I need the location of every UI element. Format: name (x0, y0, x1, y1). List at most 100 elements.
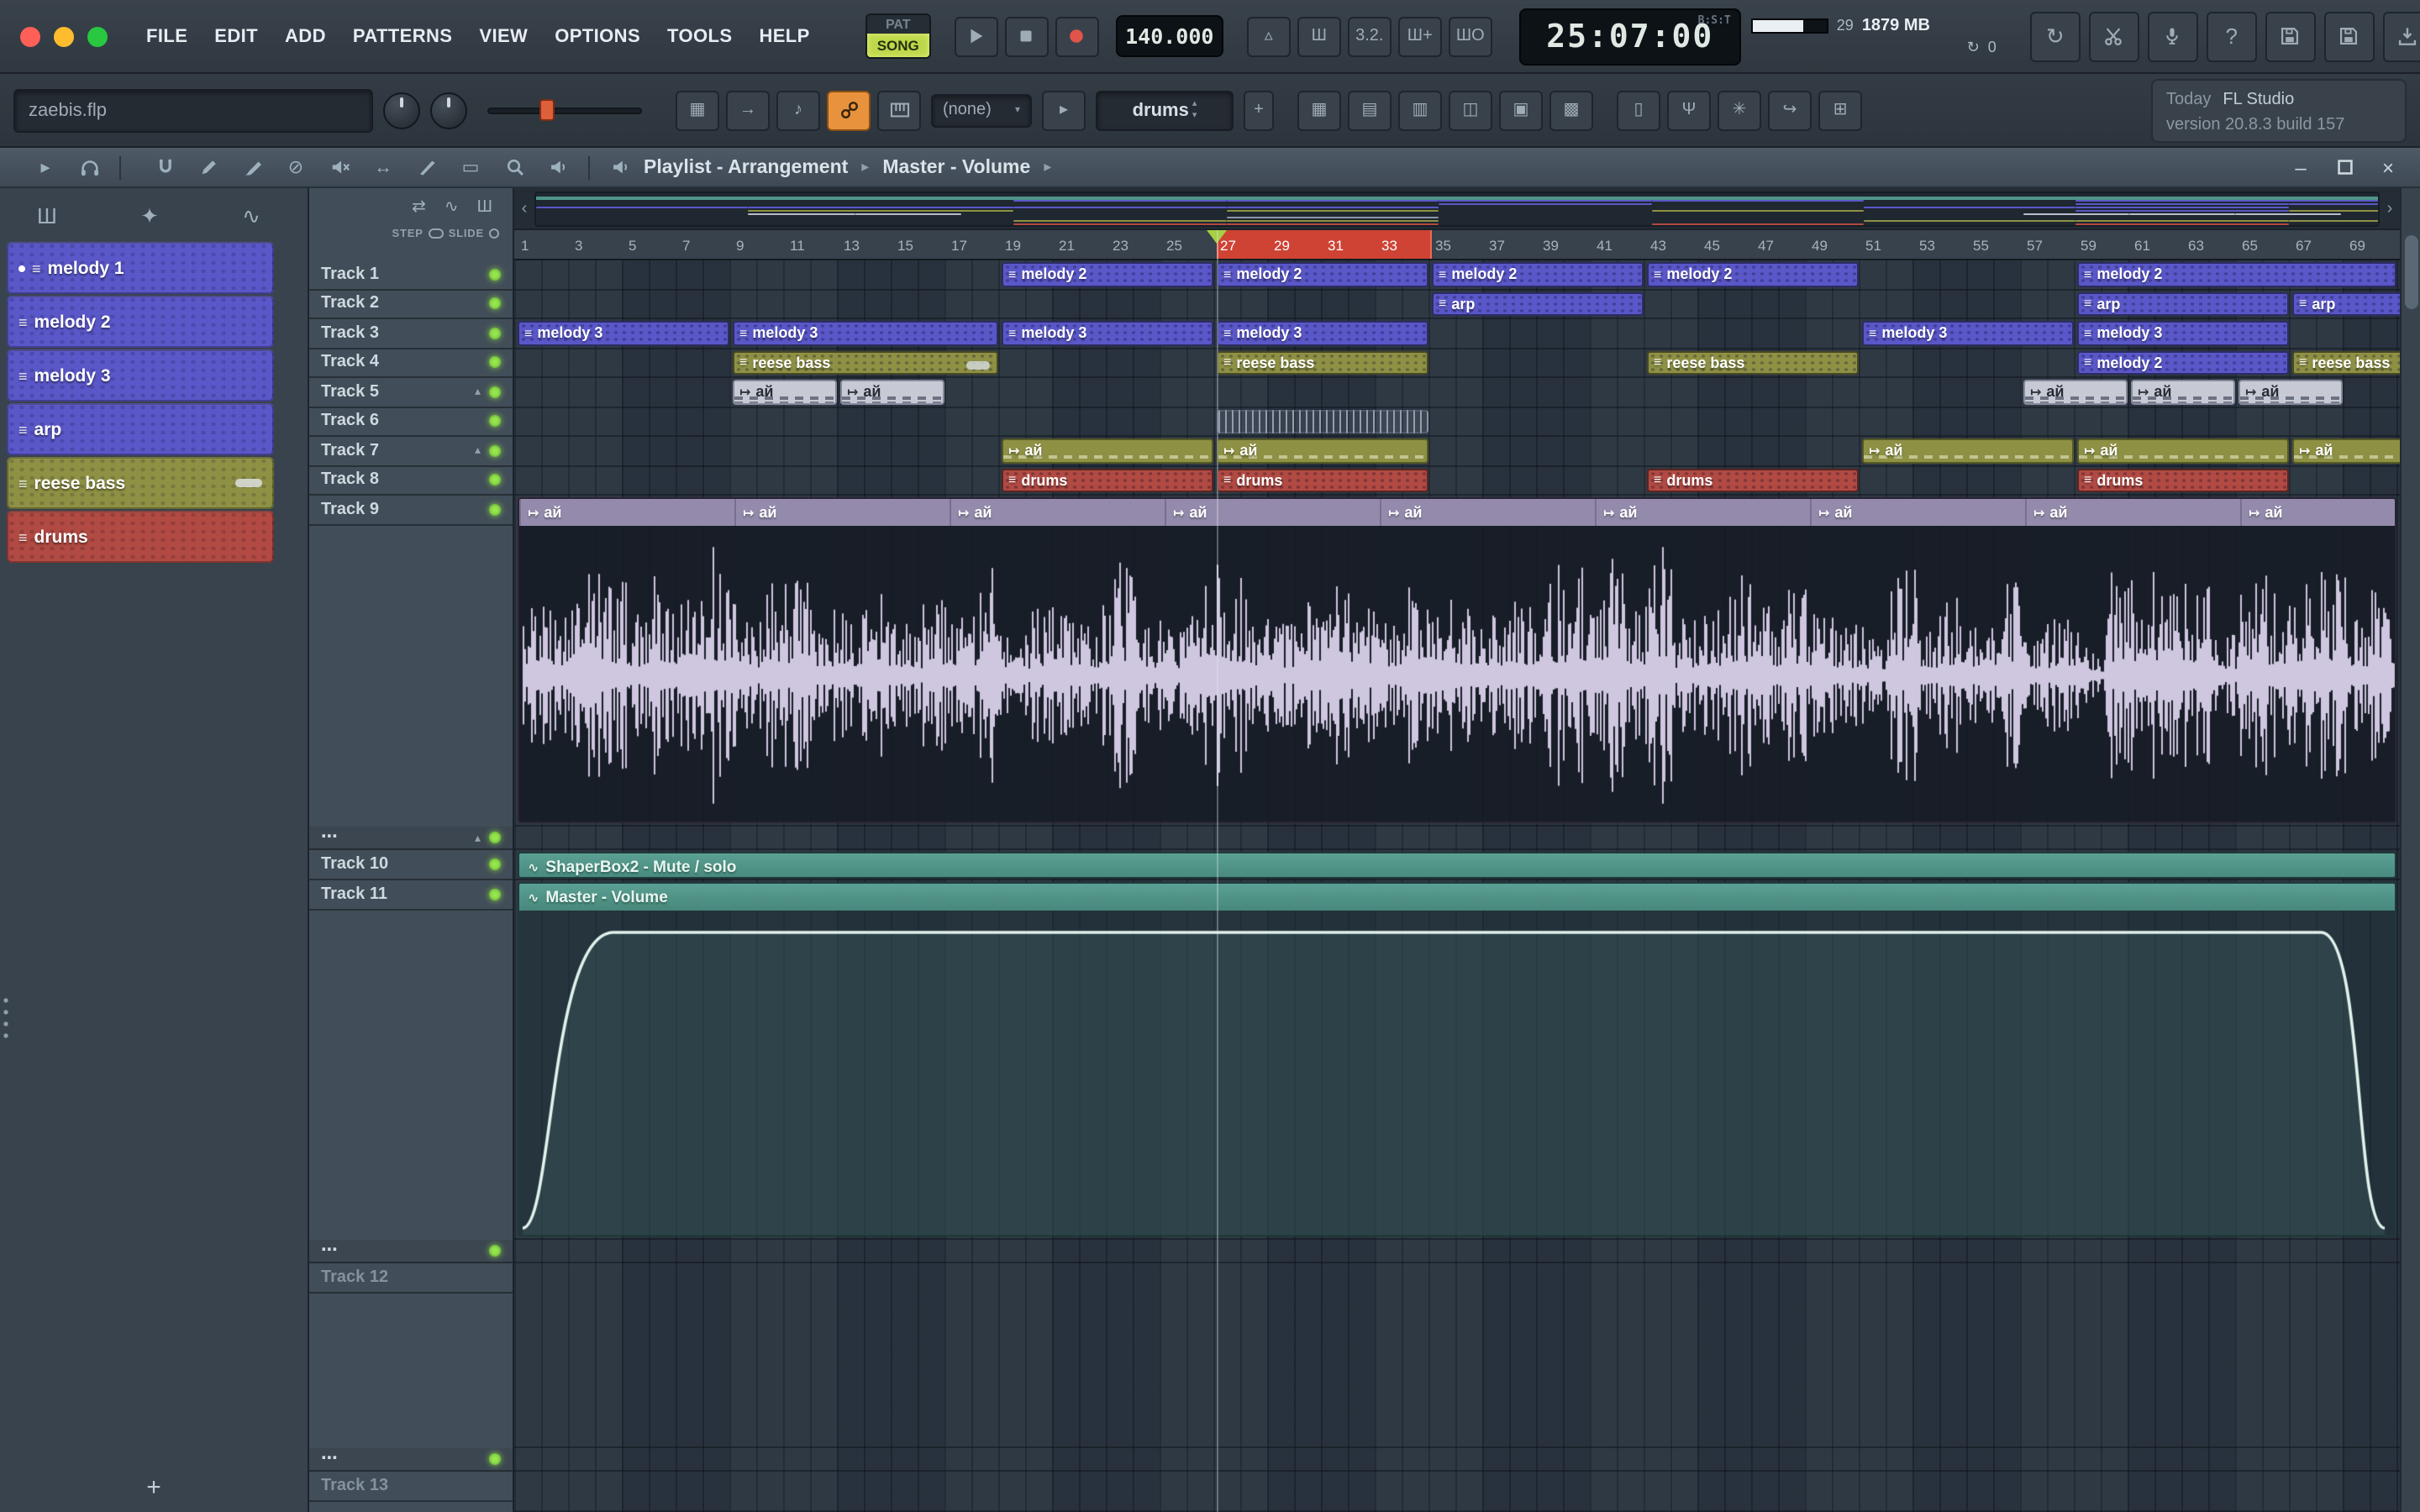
play-button[interactable] (954, 16, 998, 56)
clip[interactable]: ↦ ай (2077, 438, 2289, 463)
timeline-ruler[interactable]: 1 3 5 7 9 11 13 15 17 19 21 23 25 27 29 31 33 35 37 39 41 43 4… (514, 230, 2400, 260)
track-header[interactable]: Track 4 (309, 349, 513, 378)
slider-handle[interactable] (539, 98, 555, 120)
track-led[interactable] (489, 1245, 501, 1257)
stop-button[interactable] (1004, 16, 1049, 56)
track-spacer[interactable]: ⋯ ▴ (309, 827, 513, 850)
save-as-icon[interactable] (2323, 11, 2375, 61)
playlist-play-icon[interactable]: ▸ (27, 152, 64, 182)
slice-tool-icon[interactable] (408, 152, 445, 182)
track-header[interactable]: Track 2 (309, 290, 513, 319)
patterns-tab-icon[interactable]: Ш (37, 203, 57, 230)
scroll-right-icon[interactable]: › (2380, 199, 2400, 218)
menu-view[interactable]: VIEW (467, 21, 539, 51)
automation-clip[interactable]: ∿ Master - Volume (518, 882, 2396, 1236)
automation-tab-icon[interactable]: ∿ (242, 203, 260, 230)
breadcrumb-title[interactable]: Playlist - Arrangement (644, 157, 848, 177)
audio-clip-big[interactable]: ↦ ай ↦ ай ↦ ай ↦ ай ↦ ай ↦ ай ↦ ай ↦ ай ↦ ай (518, 497, 2396, 823)
menu-edit[interactable]: EDIT (203, 21, 270, 51)
collapse-arrow-icon[interactable]: ▴ (475, 386, 481, 399)
menu-patterns[interactable]: PATTERNS (341, 21, 465, 51)
draw-tool-icon[interactable] (190, 152, 227, 182)
track-header[interactable]: Track 6 (309, 407, 513, 437)
pattern-item[interactable]: ≡ melody 2 (7, 296, 274, 348)
menu-file[interactable]: FILE (134, 21, 199, 51)
channel-rack-icon[interactable]: ▦ (676, 90, 719, 130)
clip[interactable]: ≡ melody 3 (1217, 321, 1428, 345)
mute-tool-icon[interactable] (321, 152, 358, 182)
pattern-item[interactable]: ≡ melody 1 (7, 242, 274, 294)
clip[interactable]: ≡ melody 3 (1002, 321, 1213, 345)
clip[interactable]: ↦ ай (1862, 438, 2074, 463)
scrollbar-thumb[interactable] (2405, 235, 2418, 309)
playlist-panel-icon[interactable]: ▦ (1297, 90, 1341, 130)
track-lane[interactable] (514, 1448, 2400, 1472)
playlist-grid[interactable]: ≡ melody 2 ≡ melody 2 ≡ melody 2 ≡ melody 2 ≡ mel… (514, 260, 2400, 1512)
tempo-display[interactable]: 140.000 (1115, 15, 1223, 57)
delete-tool-icon[interactable]: ⊘ (277, 152, 314, 182)
none-selector[interactable]: (none) ▾ (931, 93, 1032, 127)
slide-toggle[interactable] (489, 228, 499, 239)
paint-tool-icon[interactable] (234, 152, 271, 182)
clip[interactable]: ≡ reese bass (733, 350, 998, 375)
step-toggle[interactable] (428, 228, 444, 239)
clip[interactable]: ↦ ай (1217, 438, 1428, 463)
autosave-icon[interactable]: ↻ (2029, 11, 2081, 61)
swap-icon[interactable]: ⇄ (412, 198, 426, 217)
clip[interactable]: ≡ melody 2 (2077, 350, 2289, 375)
track-led[interactable] (489, 356, 501, 369)
track-header[interactable]: Track 13 (309, 1472, 513, 1501)
zoom-tool-icon[interactable] (496, 152, 533, 182)
maximize-button[interactable] (2333, 156, 2356, 178)
track-led[interactable] (489, 858, 501, 870)
save-icon[interactable] (2265, 11, 2316, 61)
touch-icon[interactable]: ✳ (1718, 90, 1761, 130)
close-button[interactable]: × (2376, 155, 2400, 179)
clip[interactable]: ≡ melody 3 (1862, 321, 2074, 345)
track-led[interactable] (489, 832, 501, 843)
record-button[interactable] (1055, 16, 1099, 56)
macos-zoom-button[interactable] (87, 26, 108, 46)
pattern-item[interactable]: ≡ melody 3 (7, 349, 274, 402)
master-volume-knob[interactable] (383, 92, 420, 129)
clip[interactable]: ↦ ай (733, 380, 837, 404)
pattern-item[interactable]: ≡ arp (7, 403, 274, 455)
metronome-icon[interactable]: ▵ (1246, 16, 1291, 56)
track-led[interactable] (489, 444, 501, 457)
plugin-icon[interactable]: Ψ (1667, 90, 1711, 130)
typing-keyboard-icon[interactable]: Ш+ (1397, 16, 1442, 56)
clip[interactable]: ≡ melody 2 (1217, 262, 1428, 286)
pattern-spinner[interactable]: ▴ ▾ (1192, 100, 1197, 120)
menu-tools[interactable]: TOOLS (655, 21, 744, 51)
select-tool-icon[interactable]: ▭ (452, 152, 489, 182)
menu-help[interactable]: HELP (747, 21, 821, 51)
track-header[interactable]: Track 7 ▴ (309, 437, 513, 466)
clip[interactable]: ↦ ай (2238, 380, 2343, 404)
track-led[interactable] (489, 297, 501, 310)
track-led[interactable] (489, 503, 501, 516)
track-led[interactable] (489, 327, 501, 339)
track-lane[interactable] (514, 827, 2400, 850)
clip[interactable]: ≡ arp (2077, 291, 2289, 316)
clip[interactable]: ≡ melody 3 (733, 321, 998, 345)
browser-panel-icon[interactable]: ▣ (1499, 90, 1543, 130)
vertical-scrollbar[interactable] (2400, 188, 2420, 1512)
track-led[interactable] (489, 474, 501, 486)
clip[interactable]: ≡ melody 2 (1647, 262, 1859, 286)
clip[interactable]: ↦ ай (2023, 380, 2128, 404)
cut-icon[interactable] (2088, 11, 2139, 61)
track-lane[interactable] (514, 1472, 2400, 1512)
note-icon[interactable]: ♪ (776, 90, 820, 130)
track-lane[interactable] (514, 407, 2400, 437)
slip-tool-icon[interactable]: ↔ (365, 152, 402, 182)
minimize-button[interactable]: – (2289, 155, 2312, 179)
clip[interactable]: ≡ melody 3 (518, 321, 729, 345)
macos-close-button[interactable] (20, 26, 40, 46)
master-pitch-knob[interactable] (430, 92, 467, 129)
overdub-icon[interactable]: ШO (1448, 16, 1492, 56)
track-spacer[interactable]: ⋯ (309, 1448, 513, 1472)
song-mode-button[interactable]: SONG (866, 34, 929, 57)
channel-rack-panel-icon[interactable]: ▥ (1398, 90, 1442, 130)
clip[interactable]: ≡ drums (2077, 468, 2289, 492)
clip[interactable]: ↦ ай (840, 380, 944, 404)
